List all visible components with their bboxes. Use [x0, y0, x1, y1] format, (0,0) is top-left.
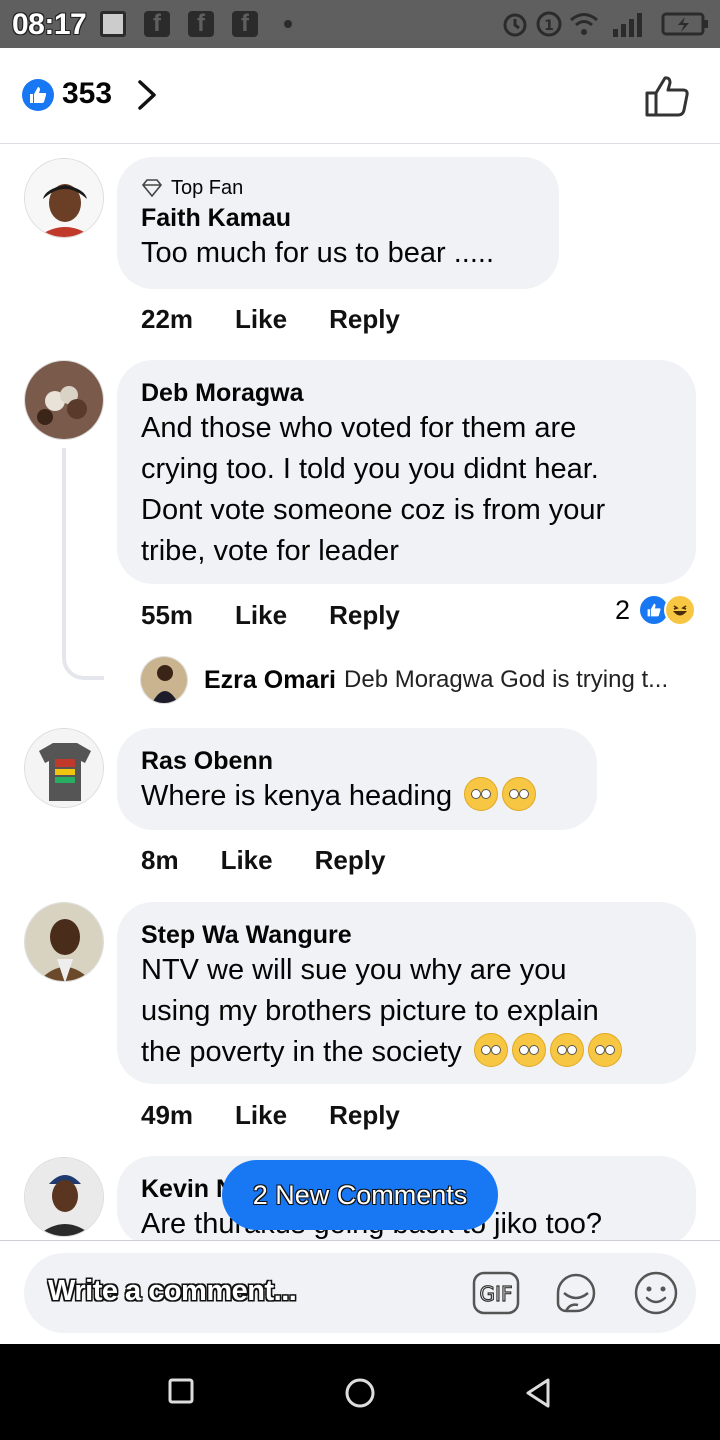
comment-text: Where is kenya heading: [141, 780, 453, 812]
comment-reactions[interactable]: 2: [615, 594, 696, 626]
reply-comment-button[interactable]: Reply: [329, 304, 400, 335]
avatar[interactable]: [24, 902, 104, 982]
chevron-right-icon[interactable]: [132, 78, 162, 112]
reply-comment-button[interactable]: Reply: [315, 845, 386, 876]
eye-roll-emoji-icon: [549, 1033, 584, 1067]
gif-button[interactable]: GIF: [472, 1269, 520, 1317]
eye-roll-emoji-icon: [473, 1033, 508, 1067]
emoji-icon[interactable]: [632, 1269, 680, 1317]
like-comment-button[interactable]: Like: [221, 845, 273, 876]
comment-actions: 22m Like Reply: [141, 304, 400, 335]
comment-text-line: Where is kenya heading: [141, 776, 573, 817]
comment-actions: 8m Like Reply: [141, 845, 385, 876]
eye-roll-emoji-icon: [511, 1033, 546, 1067]
comment-time: 55m: [141, 600, 194, 630]
signal-icon: [610, 10, 650, 38]
thinking-face-emoji-icon: [464, 777, 499, 811]
reaction-count: 2: [614, 594, 630, 625]
avatar[interactable]: [24, 1157, 104, 1237]
alarm-icon: [500, 10, 530, 38]
avatar[interactable]: [24, 360, 104, 440]
diamond-icon: [141, 179, 163, 197]
comment-text-line: using my brothers picture to explain: [141, 995, 599, 1027]
sticker-icon[interactable]: [552, 1269, 600, 1317]
top-fan-badge: Top Fan: [141, 175, 535, 201]
thinking-face-emoji-icon: [502, 777, 537, 811]
comment-time: 8m: [141, 845, 179, 875]
reply-thread-line: [62, 448, 104, 680]
data-saver-icon: 1: [534, 10, 564, 38]
facebook-notification-icon: f: [188, 10, 214, 38]
reply-text: Deb Moragwa God is trying t...: [344, 666, 669, 693]
more-notifications-dot-icon: [284, 10, 292, 38]
comment-bubble[interactable]: Ras Obenn Where is kenya heading: [117, 728, 597, 830]
comment-bubble[interactable]: Top Fan Faith Kamau Too much for us to b…: [117, 157, 559, 289]
facebook-notification-icon: f: [144, 10, 170, 38]
gif-label: GIF: [480, 1282, 513, 1306]
reply-author-name[interactable]: Ezra Omari: [204, 666, 336, 695]
comment-text-line: And those who voted for them are: [141, 412, 577, 444]
new-comments-button[interactable]: 2 New Comments: [222, 1160, 498, 1230]
comment-actions: 49m Like Reply: [141, 1100, 400, 1131]
status-time: 08:17: [12, 8, 87, 41]
like-post-button[interactable]: [644, 74, 690, 118]
reaction-count[interactable]: 353: [62, 77, 112, 111]
battery-charging-icon: [660, 10, 710, 38]
reply-comment-button[interactable]: Reply: [329, 1100, 400, 1131]
like-comment-button[interactable]: Like: [235, 304, 287, 335]
like-reaction-icon: [22, 79, 54, 111]
like-comment-button[interactable]: Like: [235, 600, 287, 631]
comment-composer-bar: Write a comment... GIF: [0, 1240, 720, 1344]
comment-time: 22m: [141, 304, 194, 334]
avatar[interactable]: [24, 158, 104, 238]
avatar[interactable]: [140, 656, 188, 704]
haha-reaction-icon: [664, 594, 696, 626]
top-fan-label: Top Fan: [171, 177, 244, 199]
status-bar: 08:17 f f f 1: [0, 0, 720, 48]
comment-text: Too much for us to bear .....: [141, 237, 494, 269]
comment-text-line: NTV we will sue you why are you: [141, 954, 567, 986]
comment-input[interactable]: Write a comment... GIF: [24, 1253, 696, 1333]
like-comment-button[interactable]: Like: [235, 1100, 287, 1131]
recent-apps-button[interactable]: [166, 1376, 200, 1410]
comment-text-line: tribe, vote for leader: [141, 535, 399, 567]
svg-text:1: 1: [544, 18, 554, 34]
reply-preview[interactable]: Ezra Omari Deb Moragwa God is trying t..…: [140, 656, 668, 704]
comment-text-line: the poverty in the society: [141, 1032, 672, 1073]
comment-text-line: Dont vote someone coz is from your: [141, 494, 606, 526]
notes-icon: [100, 10, 126, 38]
home-button[interactable]: [343, 1376, 377, 1410]
back-button[interactable]: [522, 1376, 556, 1410]
system-navigation-bar: [0, 1344, 720, 1440]
comment-text: the poverty in the society: [141, 1036, 462, 1068]
comment-time: 49m: [141, 1100, 194, 1130]
comment-input-placeholder[interactable]: Write a comment...: [48, 1275, 297, 1308]
commenter-name[interactable]: Faith Kamau: [141, 203, 535, 233]
reply-comment-button[interactable]: Reply: [329, 600, 400, 631]
wifi-icon: [568, 10, 600, 38]
comment-bubble[interactable]: Deb Moragwa And those who voted for them…: [117, 360, 696, 584]
commenter-name[interactable]: Ras Obenn: [141, 746, 573, 776]
comment-actions: 55m Like Reply: [141, 600, 400, 631]
eye-roll-emoji-icon: [587, 1033, 622, 1067]
comment-bubble[interactable]: Step Wa Wangure NTV we will sue you why …: [117, 902, 696, 1084]
commenter-name[interactable]: Deb Moragwa: [141, 378, 672, 408]
comment-text-line: crying too. I told you you didnt hear.: [141, 453, 599, 485]
avatar[interactable]: [24, 728, 104, 808]
commenter-name[interactable]: Step Wa Wangure: [141, 920, 672, 950]
facebook-notification-icon: f: [232, 10, 258, 38]
